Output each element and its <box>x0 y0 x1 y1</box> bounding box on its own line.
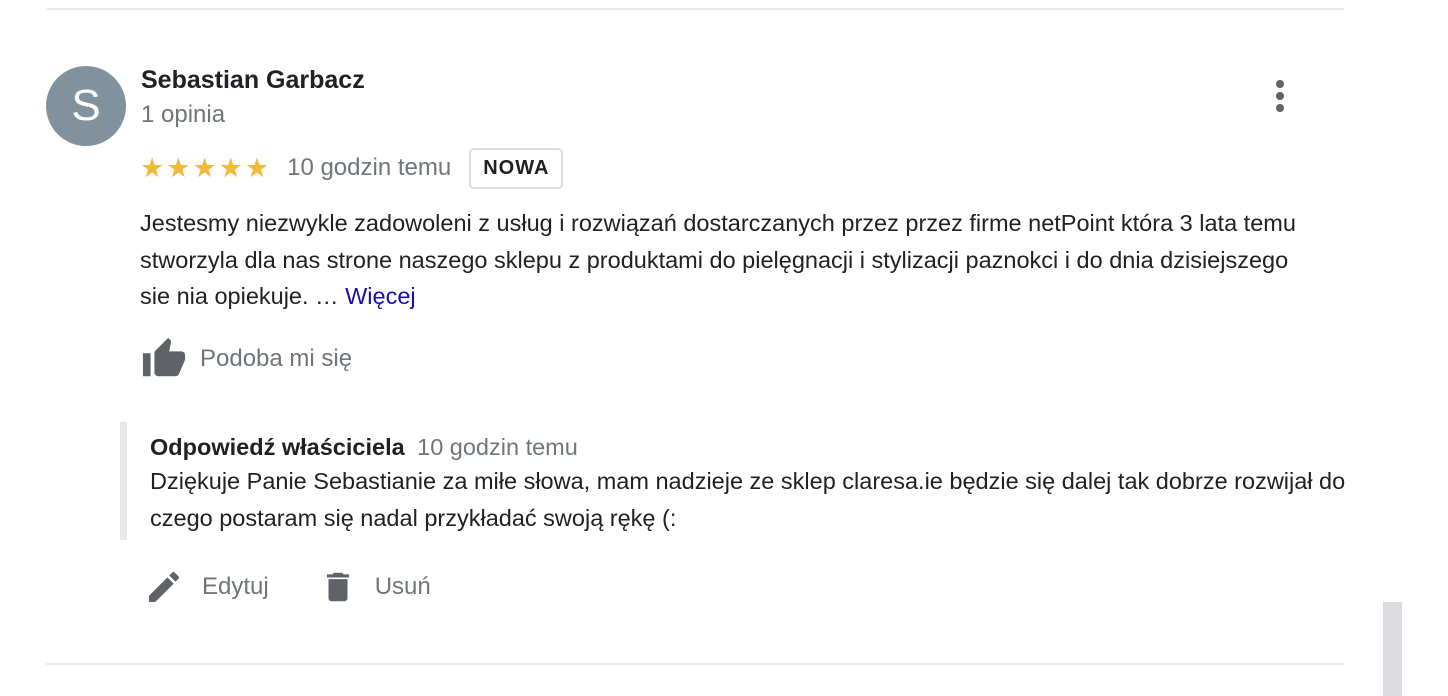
pencil-icon <box>149 571 180 602</box>
like-button[interactable]: Podoba mi się <box>140 334 352 384</box>
star-icon: ★ <box>192 152 217 184</box>
reply-actions: Edytuj Usuń <box>144 562 431 612</box>
review-text: Jestesmy niezwykle zadowoleni z usług i … <box>140 205 1320 315</box>
more-link[interactable]: Więcej <box>345 283 416 309</box>
reviewer-name[interactable]: Sebastian Garbacz <box>141 66 365 95</box>
top-divider <box>46 8 1344 10</box>
delete-label: Usuń <box>374 573 431 600</box>
review-count[interactable]: 1 opinia <box>141 101 225 129</box>
reply-header: Odpowiedź właściciela 10 godzin temu <box>150 434 1360 461</box>
reply-text: Dziękuje Panie Sebastianie za miłe słowa… <box>150 468 1346 531</box>
avatar[interactable]: S <box>46 66 126 146</box>
thumb-up-icon <box>142 337 186 377</box>
menu-dot <box>1276 104 1284 112</box>
owner-reply: Odpowiedź właściciela 10 godzin temu Dzi… <box>120 422 1360 540</box>
rating-row: ★ ★ ★ ★ ★ 10 godzin temu NOWA <box>140 147 564 189</box>
star-icon: ★ <box>166 152 191 184</box>
bottom-divider <box>46 663 1344 665</box>
review-time: 10 godzin temu <box>287 154 452 181</box>
reply-time: 10 godzin temu <box>417 434 578 460</box>
edit-label: Edytuj <box>202 573 269 600</box>
delete-button[interactable]: Usuń <box>319 566 431 608</box>
star-icon: ★ <box>218 152 243 184</box>
menu-dot <box>1276 80 1284 88</box>
scrollbar-thumb[interactable] <box>1383 602 1402 696</box>
review-page: S Sebastian Garbacz 1 opinia ★ ★ ★ ★ ★ 10 go… <box>0 0 1448 696</box>
review-body: Jestesmy niezwykle zadowoleni z usług i … <box>140 210 1296 309</box>
like-label: Podoba mi się <box>200 345 353 372</box>
trash-icon <box>326 572 349 602</box>
star-icon: ★ <box>244 152 270 184</box>
star-rating: ★ ★ ★ ★ ★ <box>140 155 269 182</box>
star-icon: ★ <box>140 152 165 184</box>
edit-button[interactable]: Edytuj <box>144 567 269 607</box>
avatar-letter: S <box>71 81 101 130</box>
more-vert-icon[interactable] <box>1262 76 1298 116</box>
new-badge: NOWA <box>469 147 564 189</box>
reply-title: Odpowiedź właściciela <box>150 434 405 460</box>
menu-dot <box>1276 92 1284 100</box>
